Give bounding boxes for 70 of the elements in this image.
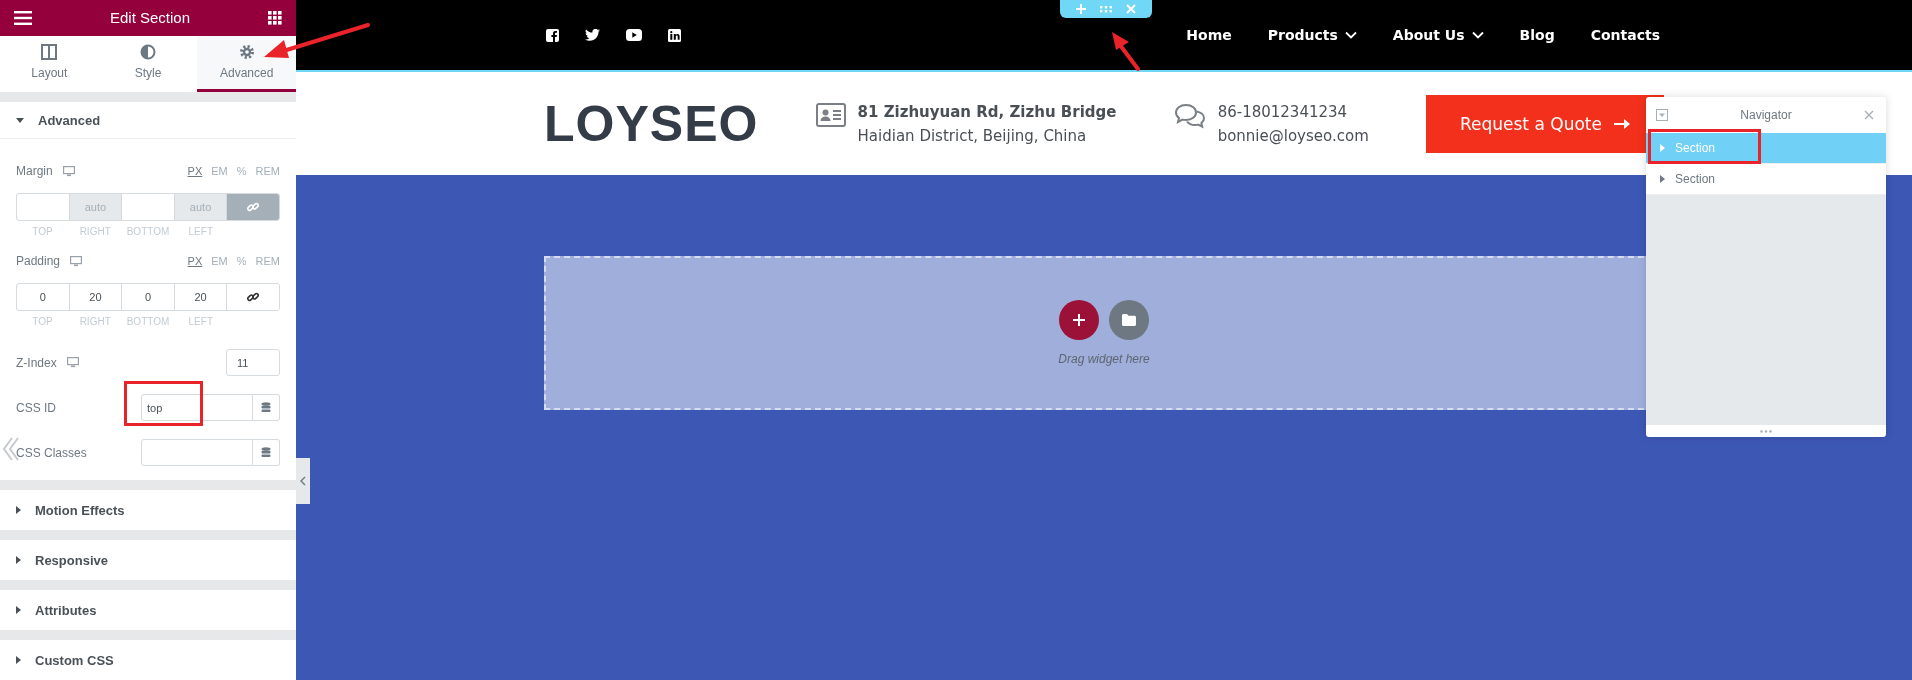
section-header[interactable]: Responsive <box>0 540 296 580</box>
dimension-input[interactable]: 0 <box>17 284 70 310</box>
control-label: CSS ID <box>16 400 56 415</box>
dimension-label: BOTTOM <box>125 316 171 327</box>
nav-link[interactable]: Products <box>1267 27 1357 43</box>
control-label: Z-Index <box>16 355 57 370</box>
section-header[interactable]: Attributes <box>0 590 296 630</box>
section-header[interactable]: Advanced <box>0 102 296 139</box>
email-text: bonnie@loyseo.com <box>1217 126 1369 145</box>
panel-tab[interactable]: Style <box>98 35 198 92</box>
facebook-icon[interactable] <box>546 28 559 42</box>
dimension-label: RIGHT <box>78 316 112 327</box>
drop-hint: Drag widget here <box>1058 352 1150 366</box>
id-card-icon <box>815 102 846 127</box>
text-input[interactable]: top <box>141 394 253 421</box>
dimension-label: LEFT <box>187 226 214 237</box>
chevron-left-icon <box>300 476 306 486</box>
address-text: Haidian District, Beijing, China <box>857 126 1088 145</box>
grid-icon[interactable] <box>268 10 282 25</box>
bird-icon[interactable] <box>585 29 600 41</box>
section-header[interactable]: Motion Effects <box>0 490 296 530</box>
unit-option[interactable]: PX <box>187 165 203 177</box>
settings-icon <box>238 44 255 61</box>
chat-bubbles-icon <box>1173 102 1206 129</box>
database-icon[interactable] <box>253 439 280 466</box>
dimension-label: TOP <box>31 316 54 327</box>
unit-option[interactable]: PX <box>187 255 203 267</box>
add-icon[interactable] <box>1059 300 1099 340</box>
request-quote-button[interactable]: Request a Quote <box>1425 94 1664 153</box>
control-label: Padding <box>16 254 61 268</box>
number-input[interactable]: 11 <box>226 349 280 376</box>
panel-collapse-tab[interactable] <box>296 458 310 504</box>
navigator-title: Navigator <box>1740 108 1792 122</box>
text-input[interactable] <box>141 439 253 466</box>
panel-title: Edit Section <box>109 9 190 27</box>
link-icon <box>247 201 260 213</box>
database-icon[interactable] <box>253 394 280 421</box>
section-header[interactable]: Custom CSS <box>0 640 296 680</box>
arrow-icon <box>1613 117 1630 130</box>
link-icon <box>247 291 260 303</box>
folder-icon[interactable] <box>1109 300 1149 340</box>
menu-icon[interactable] <box>14 10 32 25</box>
nav-link[interactable]: Blog <box>1519 27 1555 43</box>
close-icon[interactable] <box>1864 110 1874 120</box>
dimension-label: LEFT <box>187 316 214 327</box>
dimension-input[interactable]: 0 <box>122 284 175 310</box>
nav-link[interactable]: About Us <box>1392 27 1484 43</box>
control-label: Margin <box>16 164 53 178</box>
desktop-icon[interactable] <box>70 255 83 267</box>
dimension-label: BOTTOM <box>125 226 171 237</box>
dimension-label: RIGHT <box>78 226 112 237</box>
panel-tab[interactable]: Layout <box>0 35 99 92</box>
play-icon[interactable] <box>626 29 642 41</box>
phone-text: 86-18012341234 <box>1217 102 1349 121</box>
dimension-label: TOP <box>31 226 54 237</box>
desktop-icon[interactable] <box>62 165 75 177</box>
site-logo[interactable]: LOYSEO <box>544 94 759 153</box>
section-handle[interactable] <box>1060 0 1152 18</box>
address-text: 81 Zizhuyuan Rd, Zizhu Bridge <box>857 102 1117 121</box>
half-circle-icon <box>140 44 156 61</box>
control-label: CSS Classes <box>16 445 87 460</box>
dimension-input[interactable]: 20 <box>69 284 123 310</box>
desktop-icon[interactable] <box>66 357 79 368</box>
panel-tab[interactable]: Advanced <box>197 35 296 92</box>
resize-handle-icon[interactable] <box>1760 429 1772 433</box>
nav-link[interactable]: Contacts <box>1590 27 1660 43</box>
nav-link[interactable]: Home <box>1186 27 1232 43</box>
columns-icon <box>41 44 58 61</box>
collapse-icon[interactable] <box>1656 109 1668 121</box>
linkedin-icon[interactable] <box>668 28 681 42</box>
